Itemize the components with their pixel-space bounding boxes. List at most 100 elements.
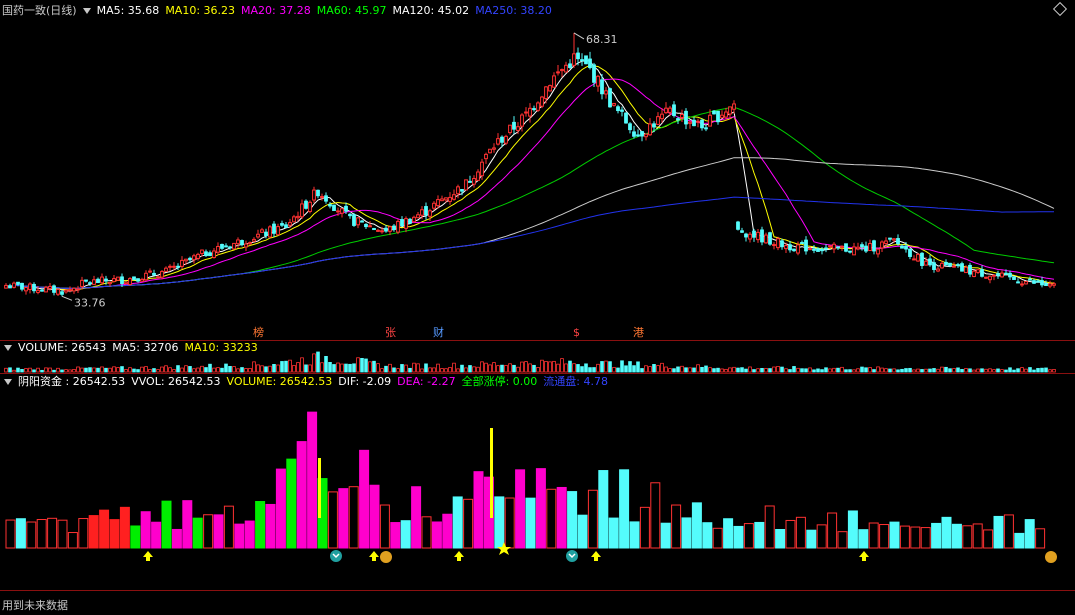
- volume-bar: [144, 366, 148, 373]
- candle-body: [728, 106, 732, 115]
- candle-body: [1032, 280, 1036, 284]
- indicator-bar: [275, 468, 286, 549]
- volume-bar: [176, 365, 180, 373]
- indicator-bar: [504, 497, 515, 549]
- indicator-bar: [1024, 519, 1035, 549]
- candle-body: [564, 64, 568, 73]
- price-header-item-5: MA250: 38.20: [475, 4, 552, 17]
- volume-bar: [76, 366, 80, 373]
- candle-body: [132, 276, 136, 280]
- money-bag-icon: [1045, 551, 1057, 563]
- candle-body: [4, 284, 8, 289]
- volume-bar: [880, 367, 884, 373]
- candle-body: [960, 263, 964, 272]
- event-marker: 港: [633, 326, 644, 339]
- volume-bar: [804, 368, 808, 373]
- candle-body: [952, 265, 956, 268]
- volume-bar: [780, 366, 784, 373]
- candle-body: [572, 53, 576, 66]
- volume-bar: [532, 364, 536, 373]
- candle-body: [80, 279, 84, 288]
- volume-bar: [748, 366, 752, 373]
- candle-body: [744, 233, 748, 238]
- candle-body: [980, 269, 984, 277]
- volume-bar: [120, 366, 124, 373]
- volume-bar: [700, 366, 704, 373]
- candle-body: [296, 215, 300, 219]
- volume-bar: [40, 369, 44, 373]
- indicator-header-item-4: DEA: -2.27: [397, 375, 456, 388]
- indicator-bar: [255, 501, 266, 549]
- candle-body: [984, 276, 988, 279]
- volume-bar: [1016, 368, 1020, 373]
- volume-bar: [596, 363, 600, 373]
- candle-body: [936, 268, 940, 272]
- volume-bar: [840, 366, 844, 373]
- volume-bar: [440, 368, 444, 373]
- volume-bar: [852, 369, 856, 373]
- candle-body: [788, 244, 792, 251]
- volume-bar: [476, 366, 480, 373]
- volume-bar: [192, 368, 196, 373]
- indicator-bar: [681, 517, 692, 549]
- candle-body: [500, 136, 504, 143]
- candle-body: [200, 249, 204, 254]
- indicator-bar: [691, 502, 702, 549]
- indicator-bar: [57, 519, 68, 549]
- volume-dropdown-icon[interactable]: [4, 345, 12, 351]
- volume-bar: [52, 369, 56, 373]
- candle-body: [240, 240, 244, 246]
- volume-bar: [420, 368, 424, 373]
- price-header-item-4: MA120: 45.02: [392, 4, 470, 17]
- candle-body: [776, 238, 780, 249]
- price-dropdown-icon[interactable]: [82, 8, 91, 14]
- indicator-bar: [78, 518, 89, 549]
- candle-body: [864, 245, 868, 252]
- volume-bar: [744, 368, 748, 373]
- candle-body: [1024, 281, 1028, 285]
- volume-bar: [240, 367, 244, 373]
- volume-bar: [556, 363, 560, 373]
- volume-bar: [808, 367, 812, 373]
- volume-header-item-2: MA10: 33233: [184, 341, 258, 354]
- indicator-dropdown-icon[interactable]: [4, 379, 12, 385]
- event-marker: $: [573, 326, 580, 339]
- candle-body: [912, 258, 916, 261]
- candle-body: [116, 276, 120, 281]
- candle-body: [928, 258, 932, 266]
- indicator-bar: [920, 527, 931, 549]
- volume-bar: [404, 364, 408, 373]
- volume-bar: [316, 351, 320, 373]
- volume-bar: [328, 362, 332, 373]
- candle-body: [16, 281, 20, 285]
- candle-body: [796, 244, 800, 254]
- indicator-bar: [265, 503, 276, 549]
- volume-bar: [616, 367, 620, 373]
- candle-body: [1000, 272, 1004, 278]
- volume-bar: [712, 368, 716, 373]
- indicator-bar: [88, 515, 99, 549]
- candle-body: [1040, 280, 1044, 286]
- volume-bar: [560, 358, 564, 373]
- volume-bar: [828, 368, 832, 373]
- volume-bar: [956, 367, 960, 373]
- indicator-bar: [213, 514, 224, 549]
- volume-bar: [412, 362, 416, 373]
- candle-body: [1048, 283, 1052, 287]
- candle-body: [880, 241, 884, 249]
- volume-bar: [124, 369, 128, 373]
- high-label: 68.31: [586, 33, 618, 46]
- candle-body: [212, 250, 216, 259]
- volume-bar: [664, 366, 668, 373]
- candle-body: [456, 186, 460, 195]
- candlesticks: [4, 32, 1056, 297]
- volume-bar: [44, 367, 48, 373]
- candle-body: [484, 153, 488, 160]
- candle-body: [588, 58, 592, 69]
- candle-body: [716, 110, 720, 123]
- candle-body: [272, 223, 276, 234]
- volume-bar: [488, 364, 492, 373]
- indicator-bar: [452, 496, 463, 549]
- candle-body: [792, 248, 796, 252]
- candle-body: [528, 107, 532, 117]
